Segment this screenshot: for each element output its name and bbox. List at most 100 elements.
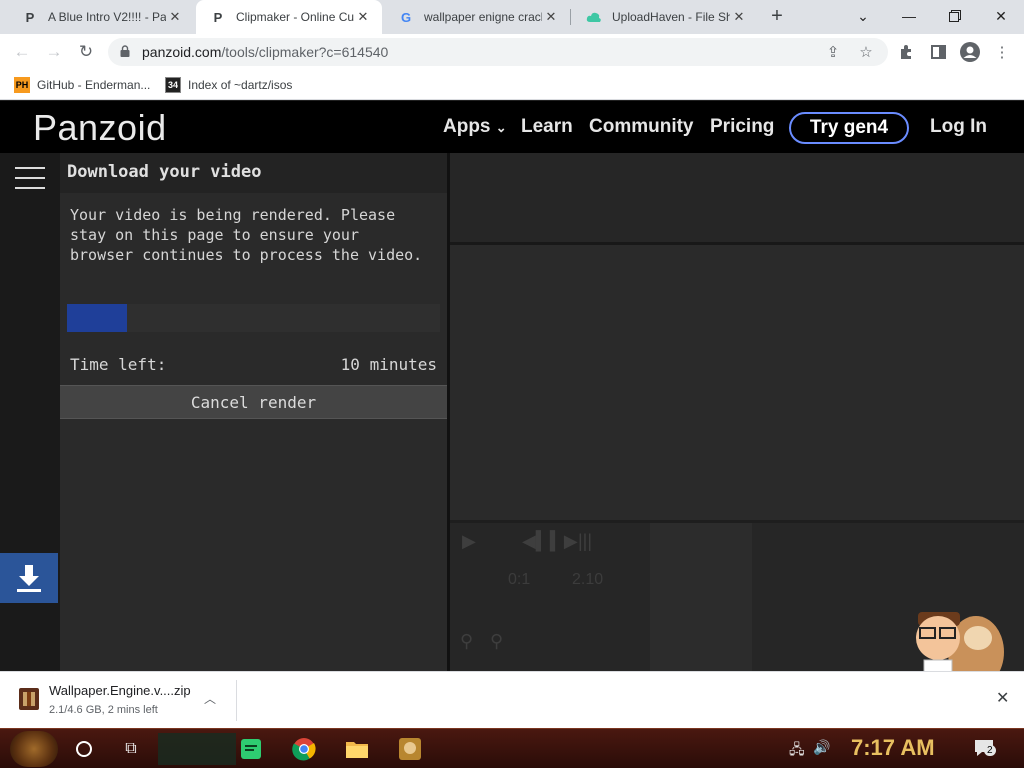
start-button-icon[interactable] xyxy=(10,731,58,767)
volume-bars-icon[interactable]: ||| xyxy=(578,531,592,552)
cancel-render-button[interactable]: Cancel render xyxy=(60,385,447,419)
close-window-button[interactable]: ✕ xyxy=(978,0,1024,32)
tool-sidebar xyxy=(0,153,60,671)
windows-taskbar: ⧉ 🖧 🔊 7:17 AM 2 xyxy=(0,728,1024,768)
browser-toolbar: ← → ↻ panzoid.com/tools/clipmaker?c=6145… xyxy=(0,34,1024,70)
tab-google-search[interactable]: G wallpaper enigne crack ✕ xyxy=(384,0,570,34)
timeline-panel xyxy=(650,523,752,674)
preview-toolbar-area xyxy=(450,153,1024,242)
close-tab-icon[interactable]: ✕ xyxy=(730,9,748,25)
screen: P A Blue Intro V2!!!! - Par ✕ P Clipmake… xyxy=(0,0,1024,768)
close-tab-icon[interactable]: ✕ xyxy=(542,9,560,25)
tab-title: A Blue Intro V2!!!! - Par xyxy=(48,10,166,24)
browser-tab-strip: P A Blue Intro V2!!!! - Par ✕ P Clipmake… xyxy=(0,0,1024,34)
panzoid-favicon-icon: P xyxy=(213,9,223,25)
tab-title: Clipmaker - Online Cus xyxy=(236,10,354,24)
zip-file-icon xyxy=(17,686,41,712)
forward-button[interactable]: → xyxy=(42,40,66,64)
render-message: Your video is being rendered. Please sta… xyxy=(70,206,423,264)
url-text: panzoid.com/tools/clipmaker?c=614540 xyxy=(142,44,388,60)
video-preview xyxy=(450,245,1024,520)
bookmark-label: Index of ~dartz/isos xyxy=(188,78,293,92)
back-button[interactable]: ← xyxy=(10,40,34,64)
zoom-out-icon[interactable]: ⚲ xyxy=(460,631,473,652)
tab-title: wallpaper enigne crack xyxy=(424,10,542,24)
share-icon[interactable]: ⇪ xyxy=(822,41,844,63)
total-time: 2.10 xyxy=(572,571,604,588)
nav-community[interactable]: Community xyxy=(589,116,694,138)
sticky-notes-icon[interactable] xyxy=(237,735,265,763)
tab-uploadhaven[interactable]: UploadHaven - File Sha ✕ xyxy=(572,0,758,34)
time-left-value: 10 minutes xyxy=(340,355,437,374)
chevron-down-icon: ⌄ xyxy=(495,120,507,135)
download-status: 2.1/4.6 GB, 2 mins left xyxy=(49,704,158,716)
cloud-favicon-icon xyxy=(586,9,602,25)
new-tab-button[interactable]: + xyxy=(766,6,788,28)
cortana-icon[interactable] xyxy=(70,735,98,763)
bookmarks-bar: PH GitHub - Enderman... 34 Index of ~dar… xyxy=(0,70,1024,100)
site-34-bookmark-icon: 34 xyxy=(165,77,181,93)
address-bar[interactable]: panzoid.com/tools/clipmaker?c=614540 xyxy=(108,38,888,66)
bookmark-github[interactable]: PH GitHub - Enderman... xyxy=(14,75,150,95)
download-video-dialog: Download your video Your video is being … xyxy=(60,153,447,671)
download-shelf: Wallpaper.Engine.v....zip 2.1/4.6 GB, 2 … xyxy=(0,671,1024,728)
tab-clipmaker[interactable]: P Clipmaker - Online Cus ✕ xyxy=(196,0,382,34)
dialog-title: Download your video xyxy=(67,162,262,182)
tab-separator xyxy=(570,9,571,25)
minimize-button[interactable]: — xyxy=(886,0,932,32)
nav-apps[interactable]: Apps ⌄ xyxy=(443,116,507,138)
shelf-separator xyxy=(236,680,237,721)
panzoid-logo[interactable]: Panzoid xyxy=(33,107,167,149)
close-tab-icon[interactable]: ✕ xyxy=(166,9,184,25)
side-panel-icon[interactable] xyxy=(927,41,949,63)
skip-back-icon[interactable]: ◀▍ xyxy=(522,531,550,552)
download-file-name[interactable]: Wallpaper.Engine.v....zip xyxy=(49,683,191,698)
profile-avatar-icon[interactable] xyxy=(959,41,981,63)
login-link[interactable]: Log In xyxy=(930,116,987,138)
nav-pricing[interactable]: Pricing xyxy=(710,116,774,138)
google-favicon-icon: G xyxy=(400,9,412,25)
download-sidebar-button[interactable] xyxy=(0,553,58,603)
network-icon[interactable]: 🖧 xyxy=(789,739,805,763)
close-tab-icon[interactable]: ✕ xyxy=(354,9,372,25)
chrome-icon[interactable] xyxy=(290,735,318,763)
download-icon xyxy=(17,565,41,592)
url-host: panzoid.com xyxy=(142,44,222,60)
chevron-up-icon[interactable]: ︿ xyxy=(204,690,216,707)
bookmark-label: GitHub - Enderman... xyxy=(37,78,151,92)
tab-title: UploadHaven - File Sha xyxy=(612,10,730,24)
notification-count: 2 xyxy=(984,745,996,756)
nav-apps-label: Apps xyxy=(443,116,491,137)
notification-center-icon[interactable]: 2 xyxy=(974,739,996,760)
reload-button[interactable]: ↻ xyxy=(74,40,98,64)
url-path: /tools/clipmaker?c=614540 xyxy=(221,44,389,60)
zoom-in-icon[interactable]: ⚲ xyxy=(490,631,503,652)
taskbar-clock[interactable]: 7:17 AM xyxy=(851,735,935,761)
render-progress-fill xyxy=(67,304,127,332)
volume-icon[interactable]: 🔊 xyxy=(813,739,830,756)
extensions-icon[interactable] xyxy=(895,41,917,63)
tab-search-chevron-icon[interactable]: ⌄ xyxy=(840,0,886,32)
panzoid-header: Panzoid Apps ⌄ Learn Community Pricing T… xyxy=(0,101,1024,153)
browser-menu-icon[interactable]: ⋮ xyxy=(991,41,1013,63)
bookmark-dartz-isos[interactable]: 34 Index of ~dartz/isos xyxy=(165,75,292,95)
tab-blue-intro[interactable]: P A Blue Intro V2!!!! - Par ✕ xyxy=(8,0,194,34)
task-view-icon[interactable]: ⧉ xyxy=(117,735,145,763)
file-explorer-icon[interactable] xyxy=(343,735,371,763)
game-app-icon[interactable] xyxy=(396,735,424,763)
panzoid-favicon-icon: P xyxy=(25,9,35,25)
bookmark-star-icon[interactable]: ☆ xyxy=(855,41,877,63)
dialog-header: Download your video xyxy=(60,153,447,193)
time-left-label: Time left: xyxy=(70,355,167,374)
skip-forward-icon[interactable]: ▍▶ xyxy=(550,531,578,552)
current-time: 0:1 xyxy=(508,571,531,588)
hamburger-menu-icon[interactable] xyxy=(15,167,45,189)
ph-bookmark-icon: PH xyxy=(14,77,30,93)
close-shelf-icon[interactable]: ✕ xyxy=(996,688,1009,708)
lock-icon xyxy=(120,44,134,60)
nav-learn[interactable]: Learn xyxy=(521,116,573,138)
restore-button[interactable] xyxy=(932,0,978,32)
taskbar-search-area[interactable] xyxy=(158,733,236,765)
try-gen4-button[interactable]: Try gen4 xyxy=(789,112,909,144)
play-icon[interactable]: ▶ xyxy=(462,531,476,552)
